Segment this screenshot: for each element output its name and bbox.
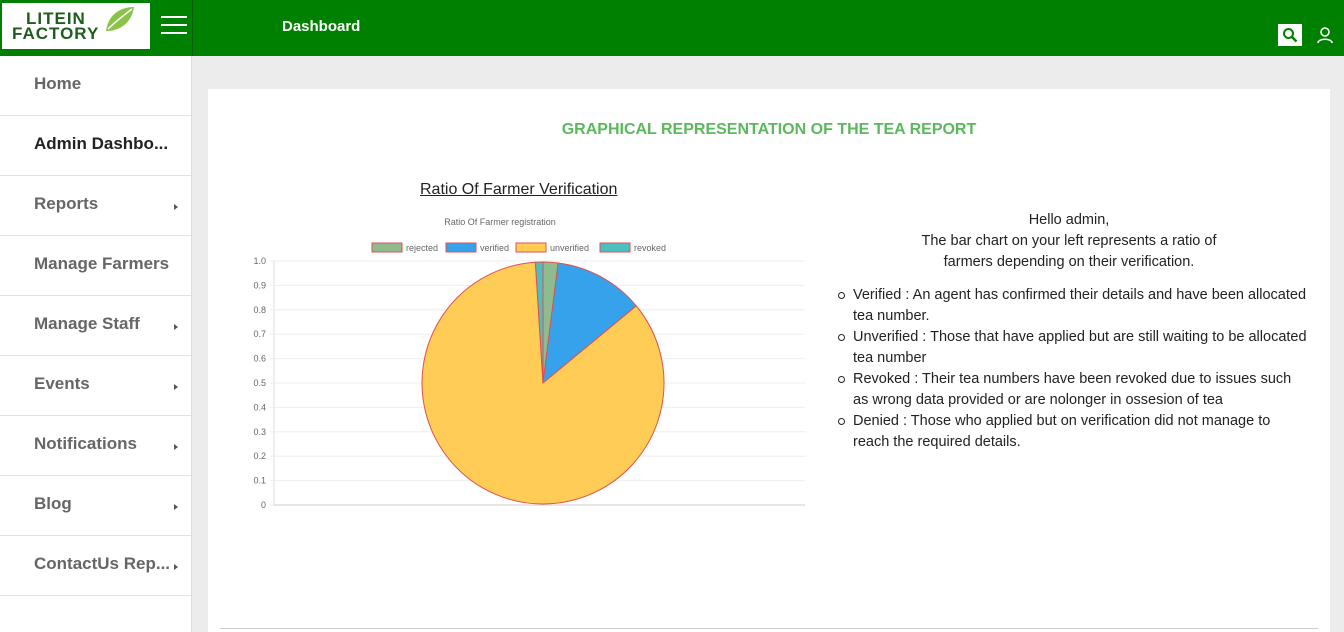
sidebar-item-label: Manage Staff	[34, 314, 140, 333]
sidebar-item-notifications[interactable]: Notifications	[0, 416, 191, 476]
sidebar-item-events[interactable]: Events	[0, 356, 191, 416]
report-card: GRAPHICAL REPRESENTATION OF THE TEA REPO…	[208, 89, 1330, 632]
caret-right-icon	[174, 444, 178, 450]
legend-swatch	[599, 242, 631, 253]
caret-right-icon	[174, 204, 178, 210]
legend-label: verified	[480, 243, 509, 253]
list-item: Denied : Those who applied but on verifi…	[836, 411, 1310, 453]
y-tick-label: 0.6	[253, 354, 266, 364]
y-tick-label: 0.7	[253, 329, 266, 339]
caret-right-icon	[174, 564, 178, 570]
y-tick-label: 0.5	[253, 378, 266, 388]
hamburger-icon[interactable]	[161, 16, 187, 36]
sidebar-item-label: Admin Dashbo...	[34, 134, 169, 153]
y-tick-label: 1.0	[253, 256, 266, 266]
sidebar-item-label: ContactUs Rep...	[34, 554, 171, 573]
sidebar-item-contactus-reports[interactable]: ContactUs Rep...	[0, 536, 191, 596]
page-title: Dashboard	[282, 18, 361, 35]
sidebar-item-home[interactable]: Home	[0, 56, 191, 116]
y-tick-label: 0.8	[253, 305, 266, 315]
search-icon	[1283, 28, 1298, 43]
legend-label: rejected	[406, 243, 438, 253]
y-tick-label: 0.2	[253, 451, 266, 461]
report-heading: GRAPHICAL REPRESENTATION OF THE TEA REPO…	[561, 121, 977, 138]
chart-explanation: Hello admin, The bar chart on your left …	[828, 210, 1310, 453]
legend-swatch	[445, 242, 477, 253]
user-account-button[interactable]	[1316, 26, 1336, 46]
caret-right-icon	[174, 504, 178, 510]
sidebar-item-label: Manage Farmers	[34, 254, 170, 273]
sidebar-item-label: Reports	[34, 194, 99, 213]
user-icon	[1317, 27, 1333, 44]
verification-pie-chart[interactable]: Ratio Of Farmer registration rejected veri…	[238, 209, 808, 509]
sidebar-nav: Home Admin Dashbo... Reports Manage Farm…	[0, 56, 192, 632]
y-tick-label: 0.1	[253, 476, 266, 486]
topbar-divider	[192, 0, 193, 56]
legend-label: unverified	[550, 243, 589, 253]
y-tick-label: 0.9	[253, 280, 266, 290]
y-tick-label: 0	[261, 500, 266, 509]
sidebar-item-manage-farmers[interactable]: Manage Farmers	[0, 236, 191, 296]
sidebar-item-label: Blog	[34, 494, 72, 513]
sidebar-item-blog[interactable]: Blog	[0, 476, 191, 536]
sidebar-item-label: Notifications	[34, 434, 137, 453]
sidebar-item-manage-staff[interactable]: Manage Staff	[0, 296, 191, 356]
sidebar-item-admin-dashboard[interactable]: Admin Dashbo...	[0, 116, 191, 176]
y-tick-label: 0.3	[253, 427, 266, 437]
app-logo[interactable]: LITEIN FACTORY	[2, 3, 150, 49]
caret-right-icon	[174, 324, 178, 330]
chart-title: Ratio Of Farmer registration	[444, 217, 556, 227]
list-item: Revoked : Their tea numbers have been re…	[836, 369, 1310, 411]
y-tick-label: 0.4	[253, 402, 266, 412]
leaf-icon	[106, 7, 134, 31]
chart-heading: Ratio Of Farmer Verification	[420, 181, 618, 198]
status-definitions-list: Verified : An agent has confirmed their …	[828, 285, 1310, 453]
search-button[interactable]	[1278, 24, 1302, 46]
list-item: Verified : An agent has confirmed their …	[836, 285, 1310, 327]
greeting-text: Hello admin,	[1028, 212, 1110, 228]
legend-swatch	[371, 242, 403, 253]
top-navbar: LITEIN FACTORY Dashboard	[0, 0, 1344, 56]
divider	[220, 628, 1318, 629]
explanation-line: The bar chart on your left represents a …	[921, 233, 1217, 249]
explanation-line: farmers depending on their verification.	[943, 254, 1195, 270]
legend-swatch	[515, 242, 547, 253]
legend-label: revoked	[634, 243, 666, 253]
sidebar-item-reports[interactable]: Reports	[0, 176, 191, 236]
caret-right-icon	[174, 384, 178, 390]
sidebar-item-label: Home	[34, 74, 82, 93]
sidebar-item-label: Events	[34, 374, 90, 393]
list-item: Unverified : Those that have applied but…	[836, 327, 1310, 369]
